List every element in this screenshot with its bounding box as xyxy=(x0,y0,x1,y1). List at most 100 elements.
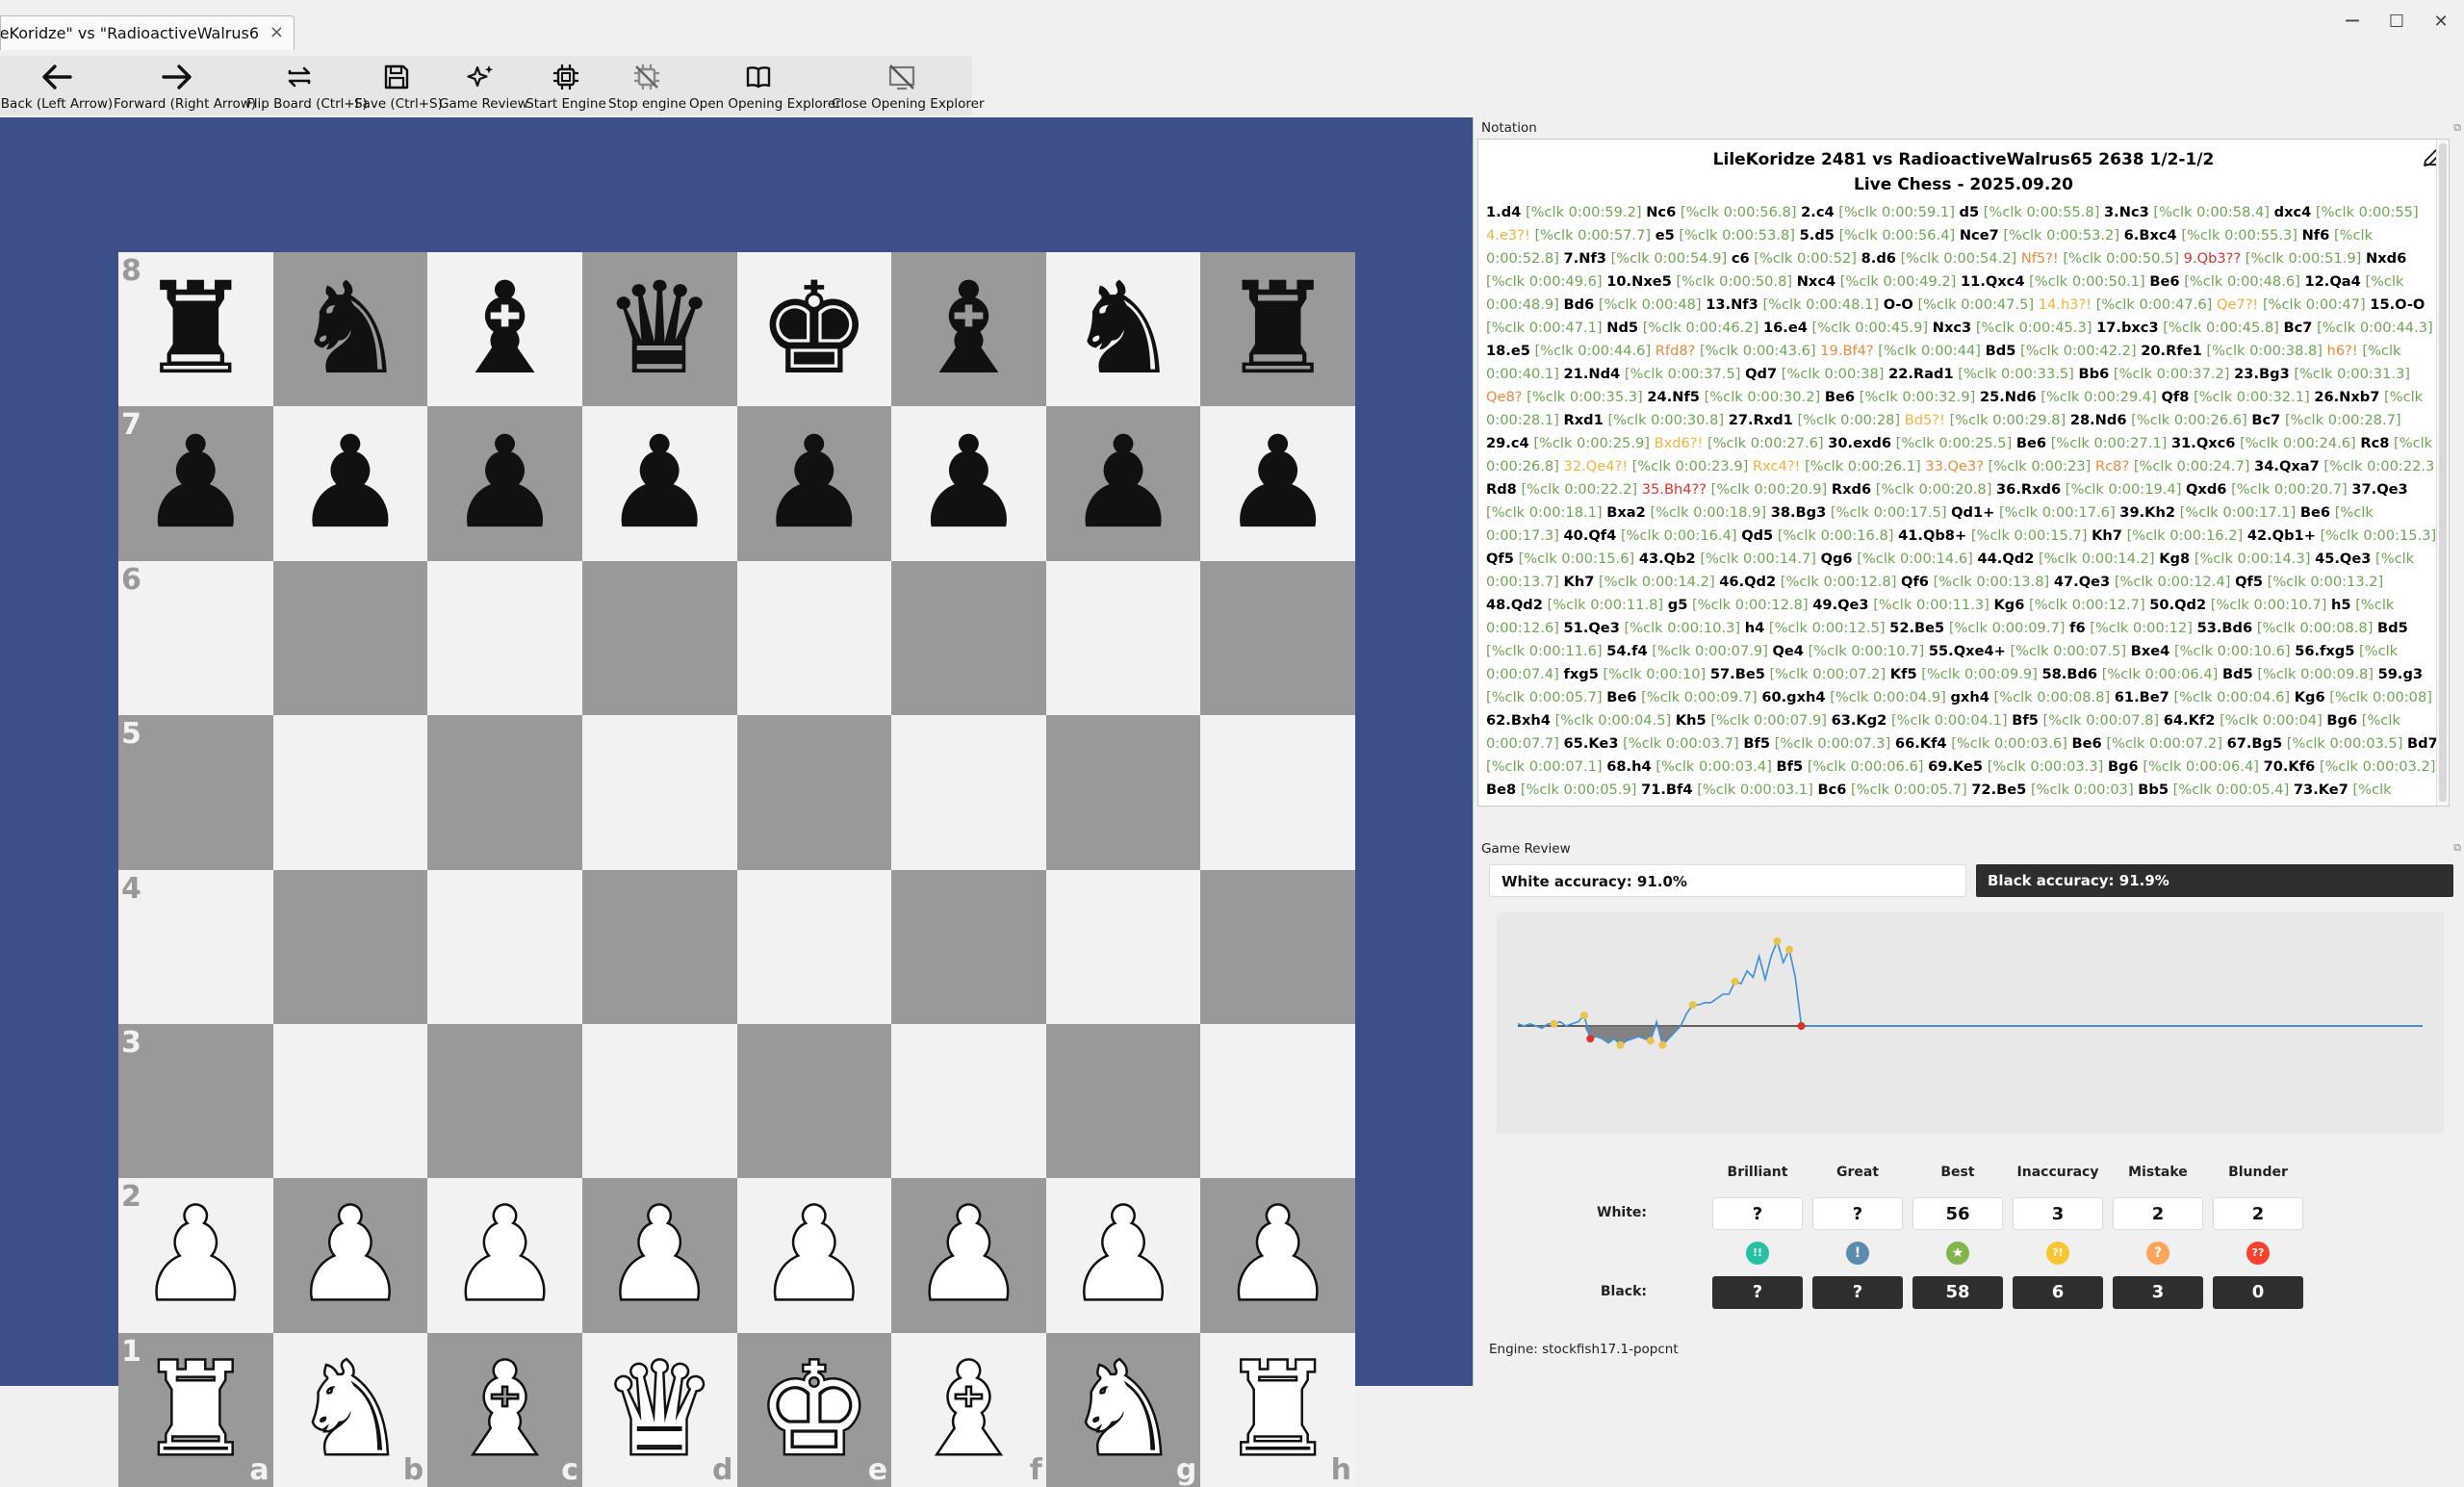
window-close-icon[interactable]: ✕ xyxy=(2422,12,2460,32)
move[interactable]: Nce7 xyxy=(1960,227,1999,244)
move[interactable]: 27.Rxd1 xyxy=(1729,412,1793,428)
move[interactable]: 21.Nd4 xyxy=(1564,366,1621,382)
eval-marker-inaccuracy[interactable] xyxy=(1785,945,1793,954)
move[interactable]: 9.Qb3?? xyxy=(2184,250,2241,267)
game-review-button[interactable]: Game Review xyxy=(439,56,528,115)
move[interactable]: 74.Kd6 xyxy=(1719,805,1775,806)
move[interactable]: Qf6 xyxy=(1901,574,1929,590)
save-button[interactable]: Save (Ctrl+S) xyxy=(354,56,443,115)
move[interactable]: 12.Qa4 xyxy=(2304,273,2360,290)
square-a4[interactable]: 4 xyxy=(118,869,273,1024)
move[interactable]: 28.Nd6 xyxy=(2070,412,2127,428)
move[interactable]: Bc7 xyxy=(2284,320,2313,336)
square-f7[interactable]: ♟ xyxy=(891,406,1046,561)
square-c4[interactable] xyxy=(427,869,582,1024)
square-f1[interactable]: f ♝ xyxy=(891,1332,1046,1487)
move[interactable]: Nf6 xyxy=(2302,227,2330,244)
move[interactable]: Bd7 xyxy=(2407,735,2438,752)
eval-marker-inaccuracy[interactable] xyxy=(1688,1001,1697,1009)
move[interactable]: 15.O-O xyxy=(2370,296,2425,313)
square-h2[interactable]: ♟ xyxy=(1200,1178,1355,1333)
eval-marker-inaccuracy[interactable] xyxy=(1616,1040,1625,1049)
move[interactable]: Bd5 xyxy=(1986,343,2016,359)
move[interactable]: Nxc4 xyxy=(1797,273,1835,290)
move[interactable]: Bc6 xyxy=(1817,782,1846,798)
black-pawn-piece[interactable]: ♟ xyxy=(427,406,582,560)
black-queen-piece[interactable]: ♛ xyxy=(582,252,737,406)
move[interactable]: 56.fxg5 xyxy=(2295,643,2354,659)
notation-scrollbar-thumb[interactable] xyxy=(2439,143,2447,802)
eval-marker-inaccuracy[interactable] xyxy=(1731,977,1739,986)
move[interactable]: h6?! xyxy=(2327,343,2358,359)
move[interactable]: Bd5 xyxy=(2377,620,2408,636)
move[interactable]: 1.d4 xyxy=(1486,204,1521,220)
move[interactable]: Kg6 xyxy=(1993,597,2024,613)
move[interactable]: Rc8? xyxy=(2095,458,2129,474)
move[interactable]: 75.Kc5 xyxy=(2055,805,2109,806)
move[interactable]: 64.Kf2 xyxy=(2164,712,2216,729)
move[interactable]: 61.Be7 xyxy=(2115,689,2169,705)
move[interactable]: 49.Qe3 xyxy=(1812,597,1868,613)
eval-marker-inaccuracy[interactable] xyxy=(1658,1040,1667,1049)
white-queen-piece[interactable]: ♛ xyxy=(582,1333,737,1487)
move[interactable]: 45.Qe3 xyxy=(2315,551,2371,567)
notation-scrollbar[interactable] xyxy=(2436,140,2449,806)
move[interactable]: Kg6 xyxy=(2295,689,2325,705)
move[interactable]: 71.Bf4 xyxy=(1641,782,1692,798)
black-pawn-piece[interactable]: ♟ xyxy=(891,406,1046,560)
stop-engine-button[interactable]: Stop engine xyxy=(608,56,686,115)
white-knight-piece[interactable]: ♞ xyxy=(1046,1333,1201,1487)
move[interactable]: Bd5 xyxy=(2222,666,2253,682)
move[interactable]: 19.Bf4? xyxy=(1820,343,1873,359)
move[interactable]: Qg6 xyxy=(1821,551,1853,567)
move[interactable]: Bb5 xyxy=(2138,782,2169,798)
notation-box[interactable]: LileKoridze 2481 vs RadioactiveWalrus65 … xyxy=(1477,139,2450,807)
square-h3[interactable] xyxy=(1200,1023,1355,1179)
move[interactable]: Nxc3 xyxy=(1933,320,1971,336)
square-g2[interactable]: ♟ xyxy=(1045,1178,1201,1333)
move[interactable]: Nd5 xyxy=(1606,320,1638,336)
tab-close-icon[interactable]: × xyxy=(270,22,284,42)
move[interactable]: 66.Kf4 xyxy=(1895,735,1947,752)
square-b2[interactable]: ♟ xyxy=(272,1178,428,1333)
square-g4[interactable] xyxy=(1045,869,1201,1024)
move[interactable]: gxh4 xyxy=(1950,689,1989,705)
forward-button[interactable]: Forward (Right Arrow) xyxy=(114,56,256,115)
square-f3[interactable] xyxy=(891,1023,1046,1179)
move[interactable]: Bd5?! xyxy=(1905,412,1945,428)
back-button[interactable]: Back (Left Arrow) xyxy=(0,56,114,115)
move[interactable]: 43.Qb2 xyxy=(1639,551,1696,567)
square-f4[interactable] xyxy=(891,869,1046,1024)
square-a3[interactable]: 3 xyxy=(118,1023,273,1179)
move[interactable]: 33.Qe3? xyxy=(1925,458,1984,474)
eval-marker-inaccuracy[interactable] xyxy=(1550,1019,1558,1028)
move-list[interactable]: 1.d4 [%clk 0:00:59.2] Nc6 [%clk 0:00:56.… xyxy=(1478,197,2449,806)
square-f5[interactable] xyxy=(891,715,1046,870)
move[interactable]: Qe8? xyxy=(1486,389,1523,405)
white-pawn-piece[interactable]: ♟ xyxy=(582,1178,737,1332)
white-pawn-piece[interactable]: ♟ xyxy=(273,1178,428,1332)
move[interactable]: 34.Qxa7 xyxy=(2254,458,2320,474)
move[interactable]: 67.Bg5 xyxy=(2227,735,2283,752)
eval-marker-blunder[interactable] xyxy=(1586,1035,1595,1043)
square-c2[interactable]: ♟ xyxy=(427,1178,582,1333)
move[interactable]: 4.e3?! xyxy=(1486,227,1530,244)
white-bishop-piece[interactable]: ♝ xyxy=(891,1333,1046,1487)
square-b5[interactable] xyxy=(272,715,428,870)
move[interactable]: Be8 xyxy=(1486,782,1516,798)
move[interactable]: 16.e4 xyxy=(1763,320,1808,336)
move[interactable]: Qe7?! xyxy=(2217,296,2258,313)
move[interactable]: 70.Kf6 xyxy=(2264,758,2316,775)
black-king-piece[interactable]: ♚ xyxy=(737,252,892,406)
move[interactable]: 53.Bd6 xyxy=(2197,620,2253,636)
move[interactable]: Qe4 xyxy=(1773,643,1804,659)
square-e8[interactable]: ♚ xyxy=(736,252,892,407)
square-h1[interactable]: h ♜ xyxy=(1200,1332,1355,1487)
move[interactable]: 14.h3?! xyxy=(2039,296,2092,313)
square-a5[interactable]: 5 xyxy=(118,715,273,870)
move[interactable]: 54.f4 xyxy=(1606,643,1647,659)
white-pawn-piece[interactable]: ♟ xyxy=(1046,1178,1201,1332)
black-knight-piece[interactable]: ♞ xyxy=(1046,252,1201,406)
move[interactable]: Be6 xyxy=(1825,389,1855,405)
square-e5[interactable] xyxy=(736,715,892,870)
